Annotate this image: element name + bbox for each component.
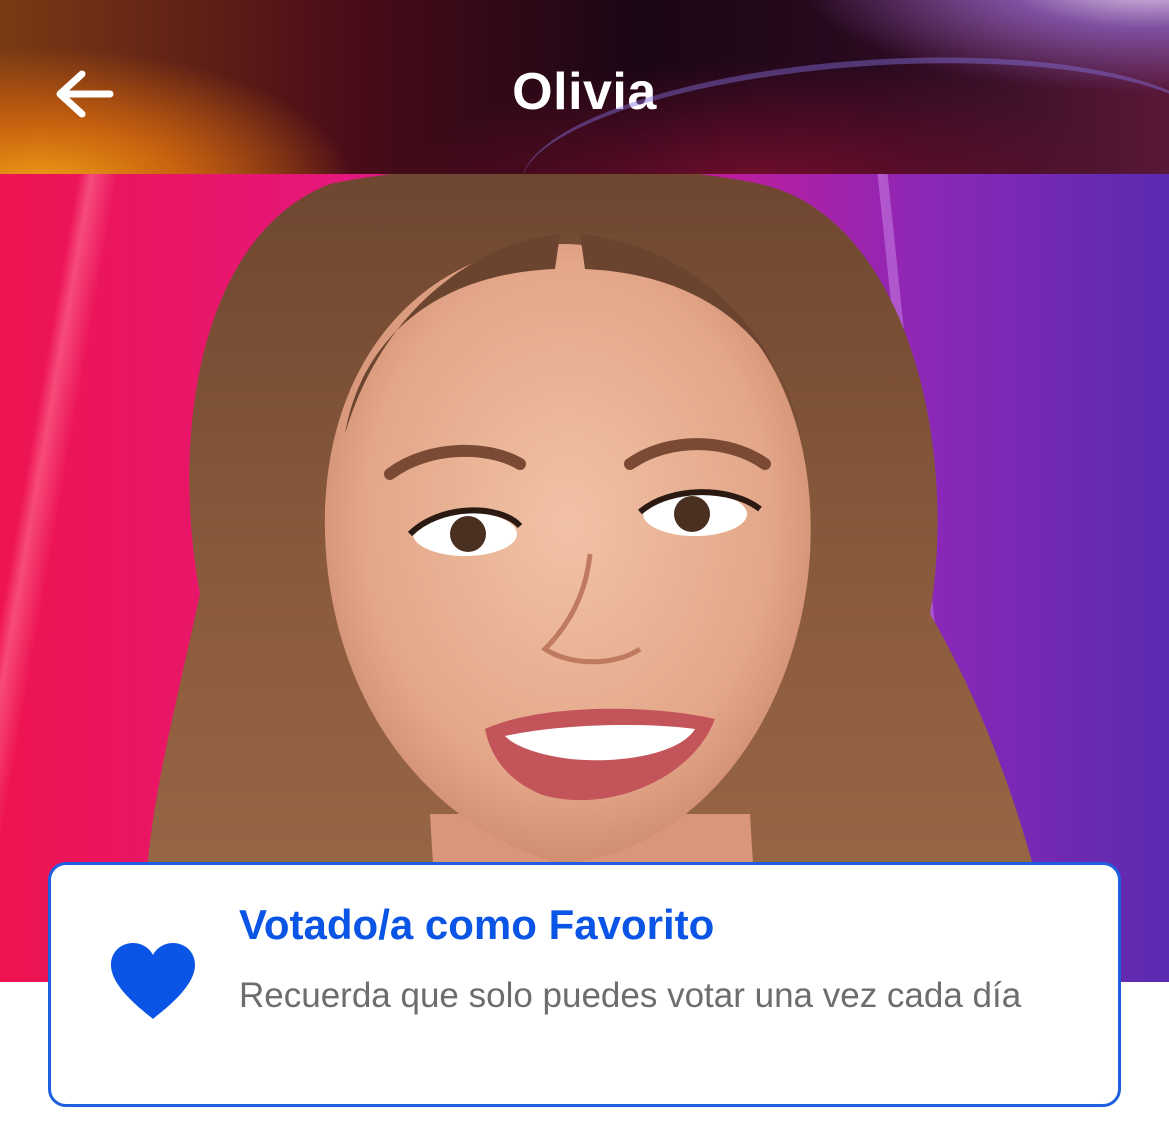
vote-status-title: Votado/a como Favorito xyxy=(239,901,715,948)
contestant-photo xyxy=(0,174,1169,982)
heart-icon xyxy=(111,943,195,1019)
vote-confirmation-card: Votado/a como Favorito Recuerda que solo… xyxy=(48,862,1121,1107)
page-title: Olivia xyxy=(512,63,657,121)
vote-status-message: Recuerda que solo puedes votar una vez c… xyxy=(239,976,1022,1015)
app-header: Olivia xyxy=(0,0,1169,174)
contestant-portrait xyxy=(144,174,1060,982)
